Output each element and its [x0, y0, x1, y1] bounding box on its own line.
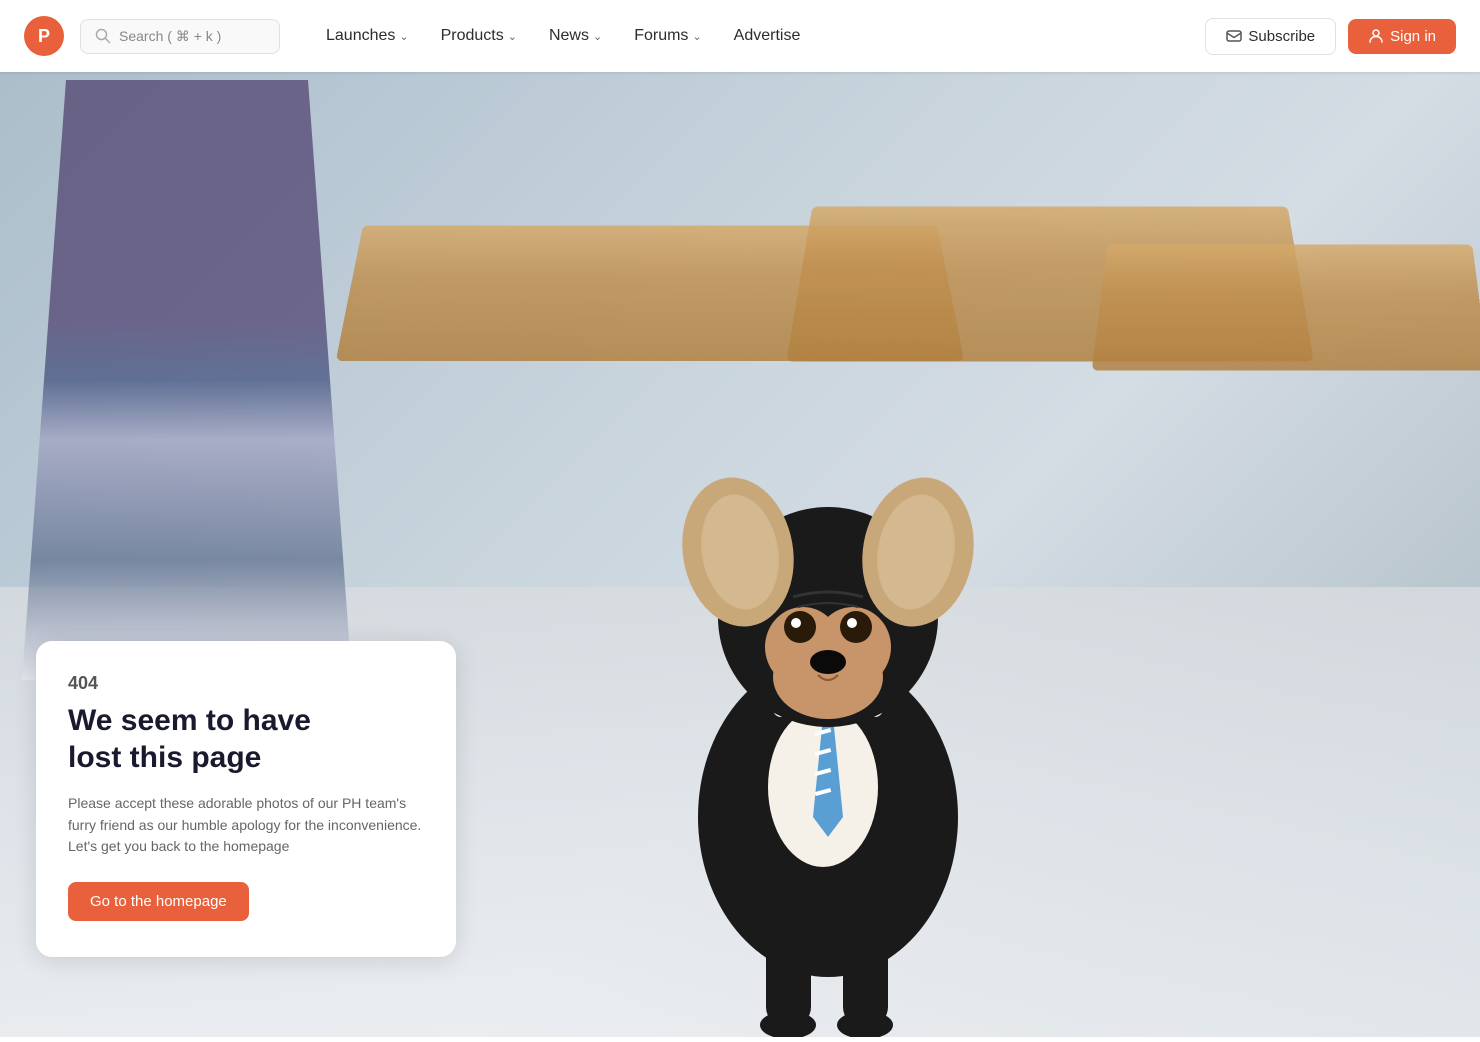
- nav-item-products[interactable]: Products ⌄: [427, 19, 531, 53]
- error-card: 404 We seem to have lost this page Pleas…: [36, 641, 456, 957]
- signin-label: Sign in: [1390, 28, 1436, 45]
- user-icon: [1368, 28, 1384, 44]
- search-placeholder: Search ( ⌘ + k ): [119, 28, 221, 45]
- error-code: 404: [68, 673, 424, 694]
- navbar: P Search ( ⌘ + k ) Launches ⌄ Products ⌄…: [0, 0, 1480, 72]
- error-description: Please accept these adorable photos of o…: [68, 793, 424, 858]
- nav-item-advertise[interactable]: Advertise: [720, 19, 815, 53]
- nav-item-launches[interactable]: Launches ⌄: [312, 19, 423, 53]
- logo[interactable]: P: [24, 16, 64, 56]
- nav-label-products: Products: [441, 27, 504, 45]
- chevron-down-icon: ⌄: [508, 30, 517, 43]
- subscribe-label: Subscribe: [1248, 28, 1315, 45]
- signin-button[interactable]: Sign in: [1348, 19, 1456, 54]
- nav-label-news: News: [549, 27, 589, 45]
- search-icon: [95, 28, 111, 44]
- error-title: We seem to have lost this page: [68, 702, 424, 777]
- nav-label-forums: Forums: [634, 27, 688, 45]
- subscribe-button[interactable]: Subscribe: [1205, 18, 1336, 55]
- error-title-line1: We seem to have: [68, 704, 311, 737]
- nav-label-launches: Launches: [326, 27, 395, 45]
- email-icon: [1226, 28, 1242, 44]
- nav-label-advertise: Advertise: [734, 27, 801, 45]
- search-box[interactable]: Search ( ⌘ + k ): [80, 19, 280, 54]
- homepage-button[interactable]: Go to the homepage: [68, 882, 249, 921]
- nav-right: Subscribe Sign in: [1205, 18, 1456, 55]
- nav-links: Launches ⌄ Products ⌄ News ⌄ Forums ⌄ Ad…: [312, 19, 1197, 53]
- nav-item-news[interactable]: News ⌄: [535, 19, 616, 53]
- dog-illustration: [608, 257, 1048, 1037]
- chevron-down-icon: ⌄: [399, 30, 408, 43]
- chevron-down-icon: ⌄: [692, 30, 701, 43]
- error-title-line2: lost this page: [68, 741, 261, 774]
- nav-item-forums[interactable]: Forums ⌄: [620, 19, 715, 53]
- chevron-down-icon: ⌄: [593, 30, 602, 43]
- background-table-3: [1092, 245, 1480, 371]
